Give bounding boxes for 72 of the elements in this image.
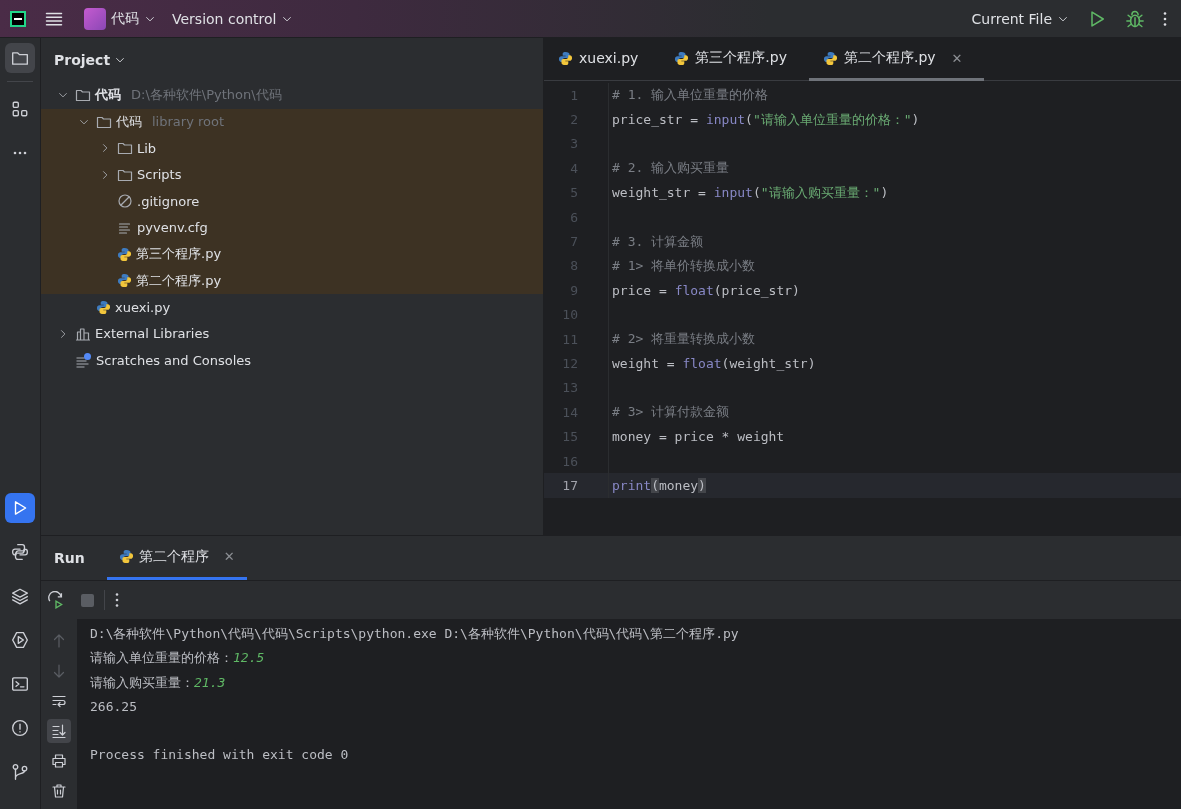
code-line: price_str = input("请输入单位重量的价格：")	[611, 110, 920, 129]
tree-item[interactable]: xuexi.py	[115, 299, 171, 315]
console-line: 请输入购买重量：21.3	[90, 673, 226, 691]
structure-icon	[11, 100, 29, 118]
python-icon	[118, 549, 134, 564]
vcs-selector[interactable]: Version control	[166, 10, 300, 27]
soft-wrap-icon[interactable]	[51, 693, 67, 709]
console-line: D:\各种软件\Python\代码\代码\Scripts\python.exe D:\各种软件\Python\代码\代码\第二个程序.py	[90, 625, 739, 642]
code-line: money = price * weight	[611, 429, 785, 445]
code-line: # 2> 将重量转换成小数	[611, 330, 756, 349]
tree-item[interactable]: Lib	[137, 140, 157, 156]
folder-icon	[75, 87, 91, 104]
code-line: weight_str = input("请输入购买重量：")	[611, 183, 889, 202]
code-line: weight = float(weight_str)	[611, 356, 816, 371]
ignore-file-icon	[117, 193, 133, 210]
tree-item[interactable]: .gitignore	[137, 193, 200, 209]
tree-item[interactable]: Scratches and Consoles	[96, 352, 252, 368]
python-icon	[822, 50, 838, 66]
folder-icon	[11, 49, 29, 67]
layers-icon	[11, 587, 29, 605]
editor-tab[interactable]: 第二个程序.py ✕	[808, 38, 985, 81]
tool-window-button[interactable]	[5, 493, 35, 523]
code-line: price = float(price_str)	[611, 282, 800, 298]
code-line: # 3. 计算金额	[611, 232, 704, 251]
terminal-icon	[11, 675, 29, 693]
tree-item[interactable]: 代码	[95, 86, 121, 105]
python-icon	[558, 50, 573, 66]
more-icon[interactable]	[115, 592, 119, 608]
tree-item[interactable]: Scripts	[137, 167, 182, 183]
git-branch-icon	[11, 763, 29, 781]
bug-icon[interactable]	[1125, 8, 1145, 29]
run-config-selector[interactable]: Current File	[965, 10, 1075, 27]
more-icon	[12, 151, 28, 155]
code-line: print(money)	[611, 477, 706, 493]
console-line: 请输入单位重量的价格：12.5	[90, 649, 265, 667]
services-icon	[11, 631, 29, 649]
code-line: # 3> 计算付款金额	[611, 403, 730, 422]
problems-icon	[11, 719, 29, 737]
folder-icon	[117, 140, 133, 157]
tree-item[interactable]: External Libraries	[95, 326, 210, 342]
close-icon[interactable]: ✕	[951, 50, 963, 66]
python-icon	[117, 246, 132, 262]
trash-icon[interactable]	[51, 783, 67, 799]
console-line: Process finished with exit code 0	[90, 746, 349, 764]
scratches-icon	[75, 352, 92, 369]
python-icon	[674, 50, 690, 66]
line-number: 17	[544, 473, 609, 498]
path-hint: library root	[152, 114, 225, 130]
library-icon	[75, 325, 91, 342]
panel-title: Run	[53, 549, 86, 568]
python-icon	[96, 299, 111, 315]
path-hint: D:\各种软件\Python\代码	[131, 86, 282, 105]
more-icon[interactable]	[1163, 10, 1167, 27]
print-icon[interactable]	[51, 753, 67, 769]
scroll-to-end-icon[interactable]	[51, 723, 67, 739]
project-selector[interactable]: 代码	[78, 7, 162, 30]
code-line: # 1. 输入单位重量的价格	[611, 86, 769, 105]
console-line: 266.25	[90, 697, 137, 715]
editor-tab[interactable]: 第三个程序.py	[660, 38, 809, 81]
rerun-icon[interactable]	[47, 591, 65, 609]
tool-window-button[interactable]	[5, 43, 35, 73]
code-line: # 1> 将单价转换成小数	[611, 256, 756, 275]
app-logo-icon[interactable]	[10, 10, 26, 27]
tree-item[interactable]: 代码	[116, 112, 142, 131]
editor-tab[interactable]: xuexi.py	[544, 38, 661, 81]
panel-title[interactable]: Project	[41, 38, 543, 82]
tree-item[interactable]: pyvenv.cfg	[137, 220, 208, 236]
code-line: # 2. 输入购买重量	[611, 159, 730, 178]
tree-item[interactable]: 第三个程序.py	[136, 245, 222, 264]
python-icon	[117, 273, 132, 289]
close-icon[interactable]: ✕	[223, 549, 235, 564]
tree-item[interactable]: 第二个程序.py	[136, 271, 222, 290]
